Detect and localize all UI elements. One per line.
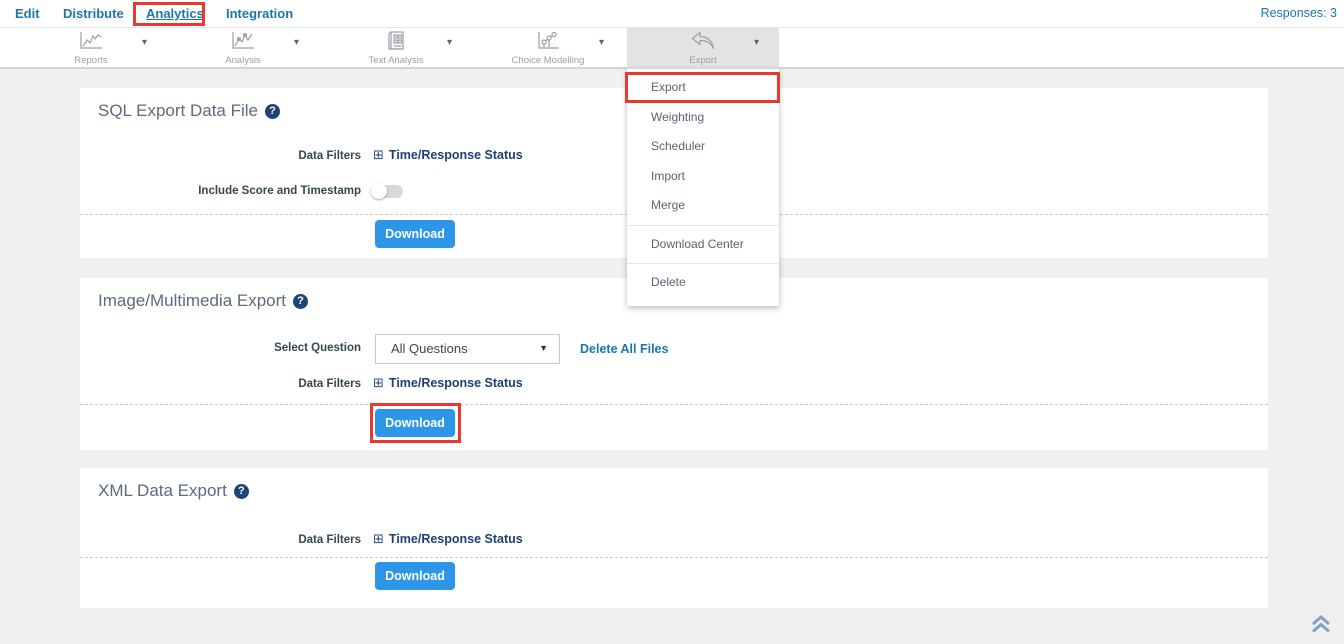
menu-item-scheduler[interactable]: Scheduler (627, 132, 779, 162)
toolbar-item-text-analysis[interactable]: ▾ Text Analysis (320, 28, 472, 69)
sql-download-button[interactable]: Download (375, 220, 455, 248)
dashed-divider (80, 404, 1268, 405)
image-download-button[interactable]: Download (375, 409, 455, 437)
export-dropdown-menu: Export Weighting Scheduler Import Merge … (627, 69, 779, 306)
section-title: SQL Export Data File? (98, 101, 280, 121)
menu-item-download-center[interactable]: Download Center (627, 230, 779, 260)
nav-item-integration-label: Integration (226, 6, 293, 21)
data-filters-label: Data Filters (80, 150, 361, 162)
responses-count-link[interactable]: Responses: 3 (1261, 0, 1337, 27)
time-response-status-label: Time/Response Status (389, 148, 523, 162)
menu-item-merge[interactable]: Merge (627, 191, 779, 221)
menu-item-import[interactable]: Import (627, 162, 779, 192)
delete-all-files-link[interactable]: Delete All Files (580, 342, 668, 356)
time-response-status-link[interactable]: ⊞ Time/Response Status (373, 148, 523, 163)
nav-item-analytics-label: Analytics (146, 6, 204, 21)
toolbar-item-analysis[interactable]: ▾ Analysis (167, 28, 319, 69)
analytics-toolbar: ▾ Reports ▾ Analysis ▾ Text Analysis ▾ C… (0, 28, 1344, 69)
data-filters-label: Data Filters (80, 378, 361, 390)
section-title-text: SQL Export Data File (98, 101, 258, 120)
dashed-divider (80, 557, 1268, 558)
xml-export-section: XML Data Export? Data Filters ⊞ Time/Resp… (80, 468, 1268, 608)
chevron-down-icon[interactable]: ▾ (142, 37, 147, 48)
xml-download-button[interactable]: Download (375, 562, 455, 590)
nav-item-edit-label: Edit (15, 6, 40, 21)
toolbar-item-label: Text Analysis (320, 55, 472, 66)
expand-plus-icon: ⊞ (373, 532, 384, 547)
menu-divider (627, 263, 779, 264)
data-filters-label: Data Filters (80, 534, 361, 546)
question-select[interactable]: All Questions ▼ (375, 334, 560, 364)
chevron-down-icon[interactable]: ▾ (754, 37, 759, 48)
toolbar-item-choice-modelling[interactable]: ▾ Choice Modelling (472, 28, 624, 69)
help-icon[interactable]: ? (293, 294, 308, 309)
section-title: Image/Multimedia Export? (98, 291, 308, 311)
nav-item-distribute-label: Distribute (63, 6, 124, 21)
chevron-down-icon[interactable]: ▾ (294, 37, 299, 48)
expand-plus-icon: ⊞ (373, 148, 384, 163)
include-score-toggle[interactable] (373, 185, 403, 198)
double-chevron-up-icon (1310, 621, 1332, 638)
section-title-text: Image/Multimedia Export (98, 291, 286, 310)
menu-item-weighting[interactable]: Weighting (627, 103, 779, 133)
toolbar-item-label: Analysis (167, 55, 319, 66)
toolbar-item-reports[interactable]: ▾ Reports (15, 28, 167, 69)
top-nav: Edit Distribute Analytics Integration Re… (0, 0, 1344, 28)
time-response-status-link[interactable]: ⊞ Time/Response Status (373, 532, 523, 547)
nav-item-integration[interactable]: Integration (226, 0, 293, 27)
toolbar-item-label: Export (627, 55, 779, 66)
time-response-status-link[interactable]: ⊞ Time/Response Status (373, 376, 523, 391)
section-title: XML Data Export? (98, 481, 249, 501)
question-select-value: All Questions (391, 341, 468, 356)
time-response-status-label: Time/Response Status (389, 532, 523, 546)
section-title-text: XML Data Export (98, 481, 227, 500)
chevron-down-icon[interactable]: ▾ (599, 37, 604, 48)
menu-item-delete[interactable]: Delete (627, 268, 779, 298)
nav-item-distribute[interactable]: Distribute (63, 0, 124, 27)
expand-plus-icon: ⊞ (373, 376, 384, 391)
toolbar-item-label: Reports (15, 55, 167, 66)
select-question-label: Select Question (80, 342, 361, 354)
toggle-knob (371, 183, 387, 199)
nav-item-edit[interactable]: Edit (15, 0, 40, 27)
analytics-export-page: Edit Distribute Analytics Integration Re… (0, 0, 1344, 644)
nav-item-analytics[interactable]: Analytics (146, 0, 204, 27)
help-icon[interactable]: ? (265, 104, 280, 119)
toolbar-item-export[interactable]: ▾ Export (627, 28, 779, 69)
time-response-status-label: Time/Response Status (389, 376, 523, 390)
help-icon[interactable]: ? (234, 484, 249, 499)
menu-item-export[interactable]: Export (627, 73, 779, 103)
select-caret-icon: ▼ (539, 343, 548, 353)
chevron-down-icon[interactable]: ▾ (447, 37, 452, 48)
menu-divider (627, 225, 779, 226)
scroll-to-top-button[interactable] (1310, 615, 1332, 639)
include-score-label: Include Score and Timestamp (80, 185, 361, 197)
toolbar-item-label: Choice Modelling (472, 55, 624, 66)
